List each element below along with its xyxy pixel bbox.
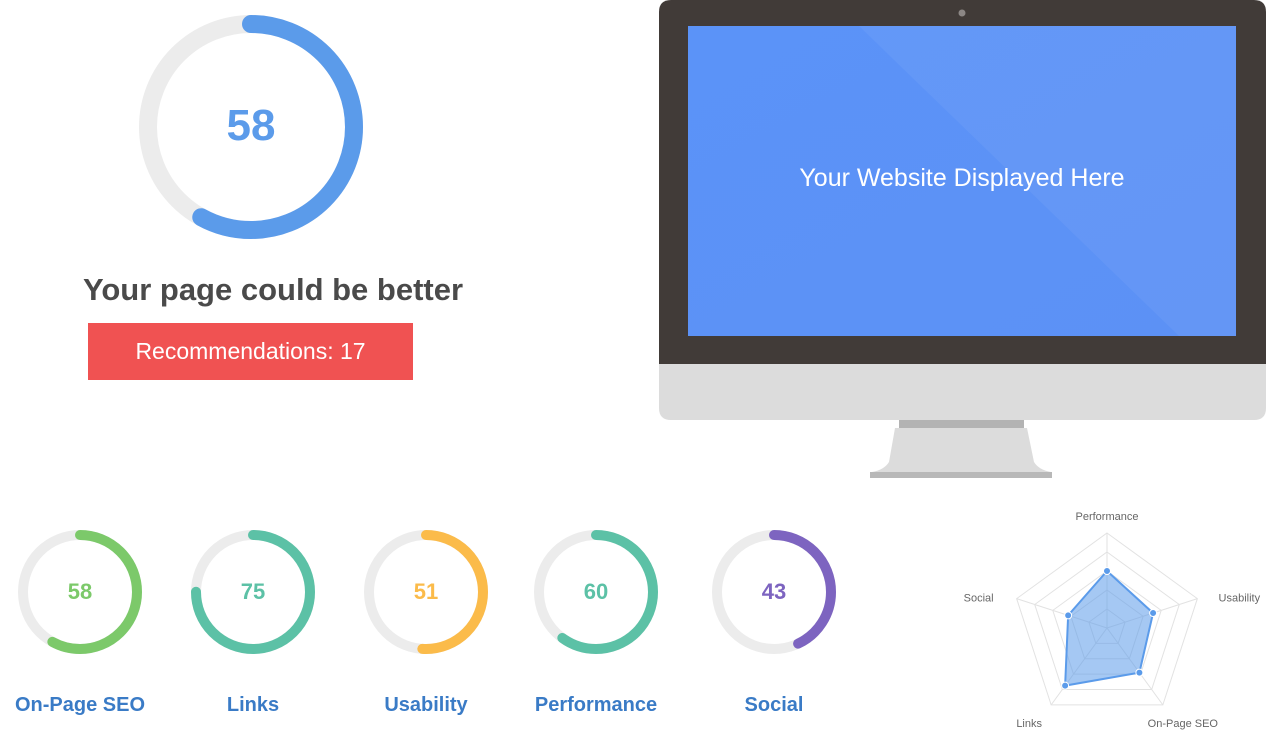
radar-label-performance: Performance [1076, 511, 1139, 523]
radar-point-performance [1103, 567, 1111, 575]
radar-point-usability [1149, 609, 1158, 618]
on-page-seo-score: 58 [67, 579, 93, 604]
monitor-stand [872, 428, 1051, 472]
monitor-camera [958, 9, 966, 17]
radar-point-on-page-seo [1135, 668, 1144, 677]
links-score: 75 [240, 579, 266, 604]
radar-label-links: Links [1016, 718, 1042, 730]
performance-label[interactable]: Performance [506, 690, 686, 720]
category-links[interactable]: 75 Links [163, 526, 343, 726]
social-score: 43 [761, 579, 787, 604]
category-usability[interactable]: 51 Usability [336, 526, 516, 726]
overall-score-value: 58 [226, 101, 276, 150]
radar-point-social [1064, 611, 1073, 620]
website-placeholder-text: Your Website Displayed Here [799, 164, 1125, 192]
recommendations-button[interactable]: Recommendations: 17 [88, 323, 413, 380]
usability-label[interactable]: Usability [336, 690, 516, 720]
category-social[interactable]: 43 Social [684, 526, 864, 726]
monitor-stand-neck [899, 420, 1024, 428]
radar-data-area [1061, 567, 1158, 690]
monitor-chin [659, 364, 1266, 420]
performance-score: 60 [583, 579, 609, 604]
category-on-page-seo[interactable]: 58 On-Page SEO [0, 526, 170, 726]
usability-score: 51 [413, 579, 439, 604]
social-label[interactable]: Social [684, 690, 864, 720]
radar-label-on-page-seo: On-Page SEO [1148, 718, 1219, 730]
monitor-stand-base [870, 472, 1052, 478]
category-performance[interactable]: 60 Performance [506, 526, 686, 726]
category-radar-chart: Performance Usability On-Page SEO Links Soci… [964, 511, 1261, 730]
monitor-illustration [659, 0, 1266, 478]
radar-label-social: Social [964, 593, 994, 605]
radar-point-links [1061, 681, 1070, 690]
on-page-seo-label[interactable]: On-Page SEO [0, 690, 170, 720]
score-verdict-heading: Your page could be better [82, 272, 464, 307]
radar-series-area [1064, 569, 1155, 687]
links-label[interactable]: Links [163, 690, 343, 720]
radar-label-usability: Usability [1219, 593, 1261, 605]
